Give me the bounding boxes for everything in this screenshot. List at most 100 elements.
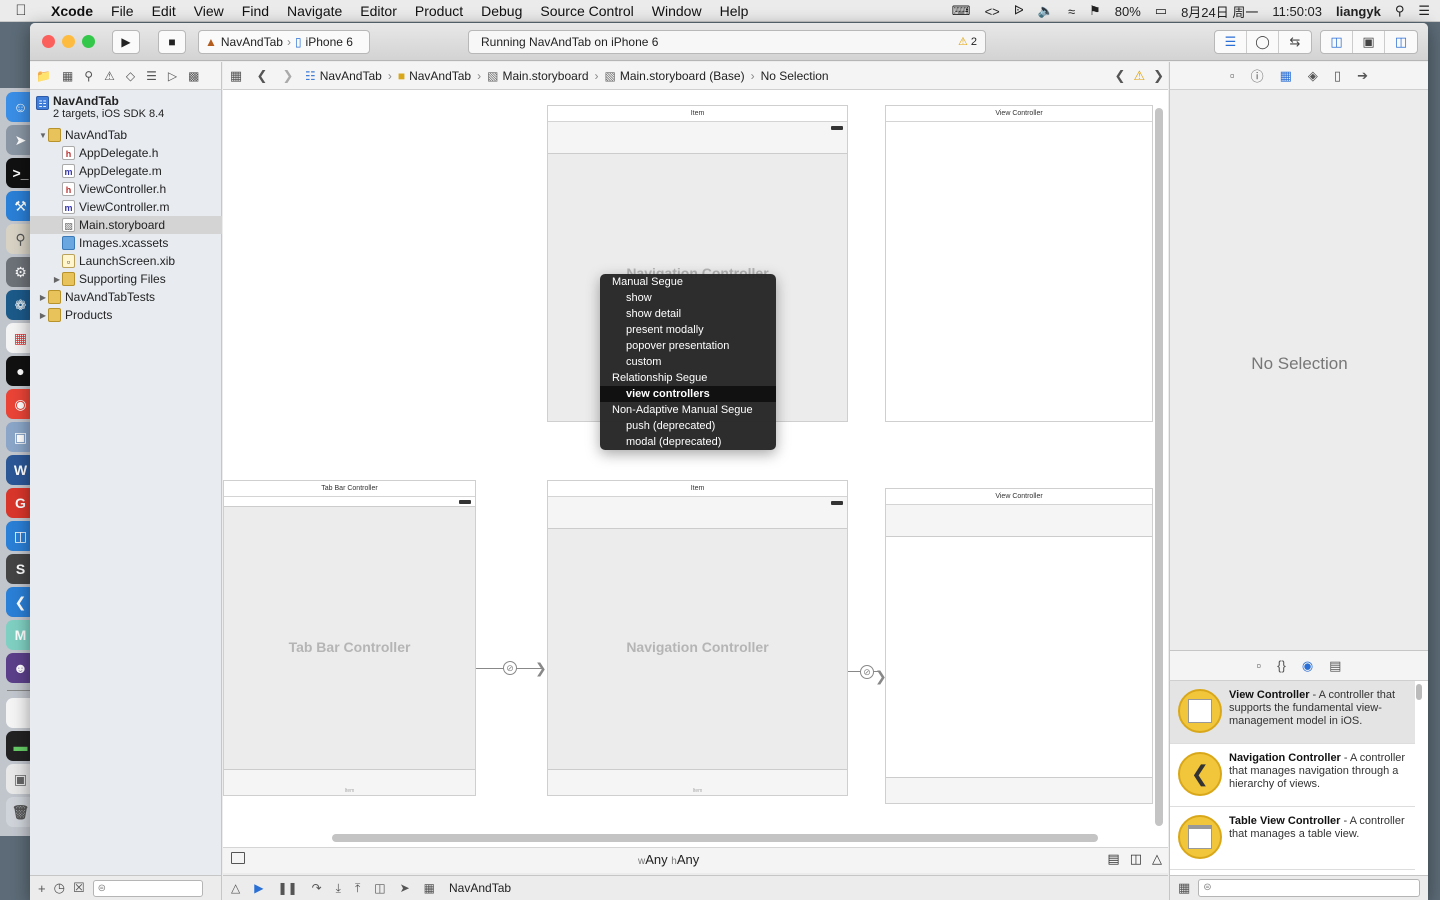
file-tree-row[interactable]: ▶ Supporting Files bbox=[30, 270, 222, 288]
file-tree-row[interactable]: ▧ Main.storyboard bbox=[30, 216, 222, 234]
issue-warning-icon[interactable]: ⚠ bbox=[1133, 68, 1145, 84]
menu-find[interactable]: Find bbox=[233, 0, 278, 22]
quick-help-icon[interactable]: ⓘ bbox=[1251, 66, 1264, 85]
segue-menu-item[interactable]: view controllers bbox=[600, 386, 776, 402]
related-items-icon[interactable]: ▦ bbox=[223, 68, 249, 84]
disclosure-open-icon[interactable]: ▼ bbox=[38, 131, 48, 140]
find-navigator-icon[interactable]: ⚲ bbox=[84, 69, 93, 83]
menu-help[interactable]: Help bbox=[711, 0, 758, 22]
disclosure-closed-icon[interactable]: ▶ bbox=[38, 311, 48, 320]
menu-edit[interactable]: Edit bbox=[143, 0, 185, 22]
scene-view-controller-bottom[interactable]: View Controller bbox=[885, 488, 1153, 804]
library-filter-input[interactable]: ⊜ bbox=[1198, 879, 1421, 897]
add-file-icon[interactable]: + bbox=[38, 881, 46, 896]
breakpoints-toggle-icon[interactable]: ▶ bbox=[254, 881, 263, 895]
scene-view-controller-top[interactable]: View Controller bbox=[885, 105, 1153, 422]
segue-menu-item[interactable]: present modally bbox=[600, 322, 776, 338]
assistant-editor-icon[interactable]: ◯ bbox=[1247, 31, 1279, 53]
minimize-window-button[interactable] bbox=[62, 35, 75, 48]
breadcrumb-selection[interactable]: No Selection bbox=[757, 69, 833, 83]
attributes-inspector-icon[interactable]: ◈ bbox=[1308, 68, 1318, 84]
file-tree-row[interactable]: h ViewController.h bbox=[30, 180, 222, 198]
next-issue-icon[interactable]: ❯ bbox=[1153, 68, 1164, 84]
menu-product[interactable]: Product bbox=[406, 0, 472, 22]
view-debugging-icon[interactable]: ◫ bbox=[374, 881, 385, 895]
code-brackets-icon[interactable]: <> bbox=[985, 4, 1000, 19]
disclosure-closed-icon[interactable]: ▶ bbox=[52, 275, 62, 284]
report-navigator-icon[interactable]: ▩ bbox=[188, 69, 199, 83]
connections-inspector-icon[interactable]: ➔ bbox=[1357, 68, 1368, 84]
media-library-icon[interactable]: ▤ bbox=[1329, 658, 1341, 674]
toggle-utilities-icon[interactable]: ◫ bbox=[1385, 31, 1417, 53]
file-tree-row[interactable]: m ViewController.m bbox=[30, 198, 222, 216]
segue-menu-item[interactable]: popover presentation bbox=[600, 338, 776, 354]
segue-relationship-icon[interactable]: ⊘ bbox=[503, 661, 517, 675]
project-navigator-icon[interactable]: 📁 bbox=[36, 69, 51, 83]
menu-source-control[interactable]: Source Control bbox=[531, 0, 642, 22]
file-tree-row[interactable]: ▼ NavAndTab bbox=[30, 126, 222, 144]
apple-menu-icon[interactable]:  bbox=[0, 2, 42, 19]
breakpoint-navigator-icon[interactable]: ▷ bbox=[168, 69, 177, 83]
user-name[interactable]: liangyk bbox=[1336, 4, 1381, 19]
scheme-selector[interactable]: ▲ NavAndTab › ▯ iPhone 6 bbox=[198, 30, 370, 54]
toggle-navigator-icon[interactable]: ◫ bbox=[1321, 31, 1353, 53]
volume-icon[interactable]: 🔈 bbox=[1038, 3, 1054, 19]
battery-percent[interactable]: 80% bbox=[1115, 4, 1141, 19]
segue-menu-item[interactable]: modal (deprecated) bbox=[600, 434, 776, 450]
back-arrow-icon[interactable]: ❮ bbox=[249, 68, 275, 84]
close-window-button[interactable] bbox=[42, 35, 55, 48]
pause-icon[interactable]: ❚❚ bbox=[277, 881, 297, 895]
library-item-table-view-controller[interactable]: Table View Controller - A controller tha… bbox=[1170, 807, 1415, 870]
previous-issue-icon[interactable]: ❮ bbox=[1115, 68, 1126, 84]
debug-navigator-icon[interactable]: ☰ bbox=[146, 69, 157, 83]
source-control-filter-icon[interactable]: ☒ bbox=[73, 880, 85, 896]
toggle-debug-area-icon[interactable]: ▣ bbox=[1353, 31, 1385, 53]
file-tree-row[interactable]: h AppDelegate.h bbox=[30, 144, 222, 162]
disclosure-closed-icon[interactable]: ▶ bbox=[38, 293, 48, 302]
segue-menu-item[interactable]: custom bbox=[600, 354, 776, 370]
symbol-navigator-icon[interactable]: ▦ bbox=[62, 69, 73, 83]
scene-tab-bar-controller[interactable]: Tab Bar Controller Tab Bar Controller It… bbox=[223, 480, 476, 796]
warning-indicator[interactable]: ⚠ 2 bbox=[958, 31, 977, 53]
scene-navigation-controller-bottom[interactable]: Item Navigation Controller Item bbox=[547, 480, 848, 796]
recent-files-icon[interactable]: ◷ bbox=[54, 880, 65, 896]
notification-center-icon[interactable]: ☰ bbox=[1418, 3, 1430, 19]
navigator-filter-input[interactable]: ⊜ bbox=[92, 879, 203, 897]
flag-icon[interactable]: ⚑ bbox=[1089, 3, 1101, 19]
segue-relationship-icon[interactable]: ⊘ bbox=[860, 665, 874, 679]
file-tree-row[interactable]: ▫ LaunchScreen.xib bbox=[30, 252, 222, 270]
file-tree-row[interactable]: ▶ NavAndTabTests bbox=[30, 288, 222, 306]
hide-debug-area-icon[interactable]: △ bbox=[231, 881, 240, 895]
identity-inspector-icon[interactable]: ▦ bbox=[1280, 68, 1292, 84]
library-item-view-controller[interactable]: View Controller - A controller that supp… bbox=[1170, 681, 1415, 744]
stop-button[interactable]: ■ bbox=[158, 30, 186, 54]
code-snippet-library-icon[interactable]: {} bbox=[1277, 658, 1286, 673]
forward-arrow-icon[interactable]: ❯ bbox=[275, 68, 301, 84]
menu-view[interactable]: View bbox=[185, 0, 233, 22]
issue-navigator-icon[interactable]: ⚠ bbox=[104, 69, 115, 83]
grid-view-icon[interactable]: ▦ bbox=[1178, 880, 1190, 896]
test-navigator-icon[interactable]: ◇ bbox=[126, 69, 135, 83]
menu-navigate[interactable]: Navigate bbox=[278, 0, 351, 22]
menu-file[interactable]: File bbox=[102, 0, 143, 22]
breadcrumb-localization[interactable]: ▧ Main.storyboard (Base) bbox=[601, 69, 749, 83]
library-item-navigation-controller[interactable]: ❮ Navigation Controller - A controller t… bbox=[1170, 744, 1415, 807]
file-inspector-icon[interactable]: ▫ bbox=[1230, 68, 1235, 83]
step-out-icon[interactable]: ⤒ bbox=[355, 881, 360, 896]
file-template-library-icon[interactable]: ▫ bbox=[1257, 658, 1262, 673]
object-library-icon[interactable]: ◉ bbox=[1302, 658, 1313, 674]
size-class-control[interactable]: wAny hAny bbox=[638, 852, 699, 867]
project-root-row[interactable]: ☷ NavAndTab 2 targets, iOS SDK 8.4 bbox=[30, 92, 222, 122]
breadcrumb-group[interactable]: ■ NavAndTab bbox=[394, 69, 475, 83]
canvas-horizontal-scrollbar[interactable] bbox=[332, 834, 1098, 842]
file-tree-row[interactable]: m AppDelegate.m bbox=[30, 162, 222, 180]
zoom-window-button[interactable] bbox=[82, 35, 95, 48]
segue-menu-item[interactable]: show bbox=[600, 290, 776, 306]
step-over-icon[interactable]: ↷ bbox=[312, 881, 322, 895]
file-tree-row[interactable]: Images.xcassets bbox=[30, 234, 222, 252]
standard-editor-icon[interactable]: ☰ bbox=[1215, 31, 1247, 53]
resolve-issues-icon[interactable]: △ bbox=[1152, 851, 1162, 867]
step-in-icon[interactable]: ⤓ bbox=[336, 881, 341, 896]
clock-date[interactable]: 8月24日 周一 bbox=[1181, 2, 1258, 21]
spotlight-icon[interactable]: ⚲ bbox=[1395, 3, 1405, 19]
